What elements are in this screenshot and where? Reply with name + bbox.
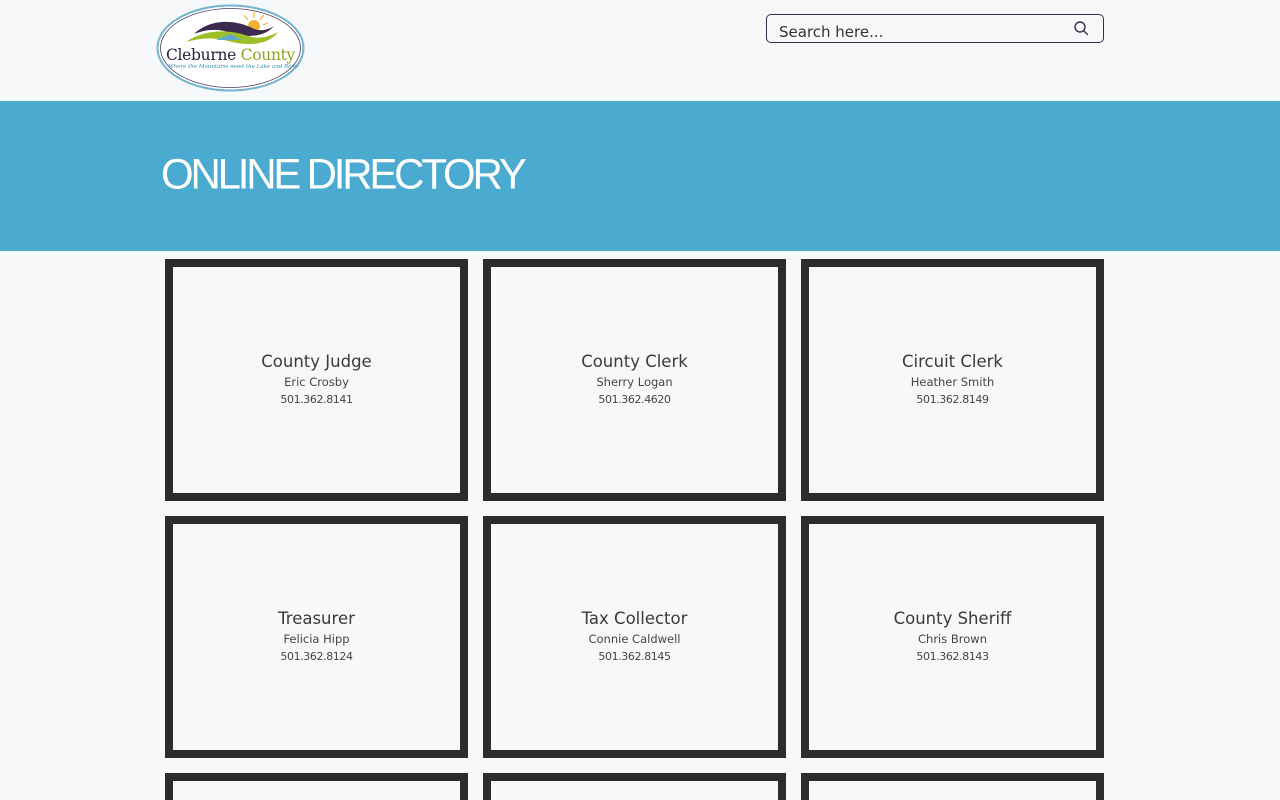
card-phone: 501.362.8149 — [916, 393, 989, 406]
card-contact-name: Sherry Logan — [596, 375, 673, 389]
card-contact-name: Chris Brown — [918, 632, 987, 646]
page-banner: ONLINE DIRECTORY — [0, 101, 1280, 251]
site-header: Cleburne County Where the Mountains meet… — [0, 0, 1280, 101]
directory-card-county-clerk[interactable]: County Clerk Sherry Logan 501.362.4620 — [483, 259, 786, 501]
card-title: County Sheriff — [893, 609, 1012, 628]
directory-card-treasurer[interactable]: Treasurer Felicia Hipp 501.362.8124 — [165, 516, 468, 758]
directory-card-county-judge[interactable]: County Judge Eric Crosby 501.362.8141 — [165, 259, 468, 501]
search-input[interactable] — [779, 22, 1069, 42]
card-title: County Judge — [261, 352, 372, 371]
card-phone: 501.362.8145 — [598, 650, 671, 663]
card-title: County Clerk — [581, 352, 688, 371]
logo-name-part1: Cleburne — [165, 46, 237, 64]
directory-card-partial[interactable] — [801, 773, 1104, 800]
card-title: Treasurer — [278, 609, 355, 628]
card-title: Tax Collector — [581, 609, 688, 628]
directory-card-partial[interactable] — [483, 773, 786, 800]
card-phone: 501.362.4620 — [598, 393, 671, 406]
card-contact-name: Heather Smith — [910, 375, 995, 389]
directory-card-circuit-clerk[interactable]: Circuit Clerk Heather Smith 501.362.8149 — [801, 259, 1104, 501]
search-icon[interactable] — [1073, 20, 1089, 36]
card-contact-name: Felicia Hipp — [283, 632, 350, 646]
card-phone: 501.362.8143 — [916, 650, 989, 663]
directory-card-partial[interactable] — [165, 773, 468, 800]
cleburne-county-logo[interactable]: Cleburne County Where the Mountains meet… — [156, 4, 305, 92]
card-title: Circuit Clerk — [902, 352, 1003, 371]
page-title: ONLINE DIRECTORY — [161, 149, 527, 198]
directory-card-county-sheriff[interactable]: County Sheriff Chris Brown 501.362.8143 — [801, 516, 1104, 758]
card-contact-name: Eric Crosby — [284, 375, 349, 389]
card-phone: 501.362.8124 — [280, 650, 353, 663]
search-box — [766, 14, 1104, 43]
logo-tagline: Where the Mountains meet the Lake and Ri… — [168, 64, 299, 70]
card-phone: 501.362.8141 — [280, 393, 353, 406]
logo-name-part2: County — [240, 46, 296, 64]
directory-card-tax-collector[interactable]: Tax Collector Connie Caldwell 501.362.81… — [483, 516, 786, 758]
logo-wordmark: Cleburne County — [156, 46, 305, 64]
card-contact-name: Connie Caldwell — [588, 632, 681, 646]
